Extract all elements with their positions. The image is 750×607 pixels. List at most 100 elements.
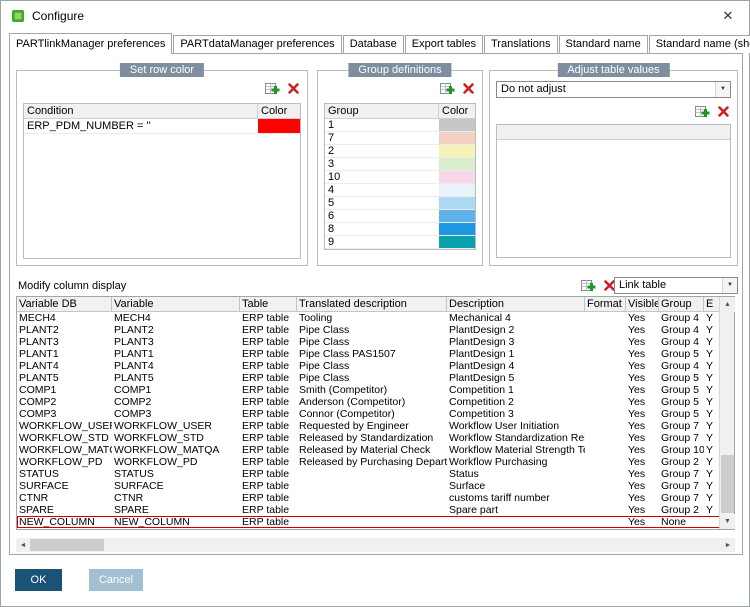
table-cell: Yes <box>628 312 646 324</box>
tab-partlinkmanager-preferences[interactable]: PARTlinkManager preferences <box>9 33 173 54</box>
tab-list: PARTlinkManager preferences PARTdataManag… <box>9 33 750 54</box>
table-row-ctnr[interactable]: CTNR CTNR ERP table customs tariff number Ye… <box>17 492 721 504</box>
column-header-condition: Condition <box>24 104 258 118</box>
group-definition-row[interactable]: 2 <box>325 145 475 158</box>
delete-icon[interactable] <box>460 81 476 96</box>
tab-standard-name[interactable]: Standard name <box>558 35 648 53</box>
table-row-workflow_matqa[interactable]: WORKFLOW_MATQAWORKFLOW_MATQA ERP table Rel… <box>17 444 721 456</box>
column-header-format[interactable]: Format <box>585 297 626 311</box>
group-number: 9 <box>328 236 335 248</box>
table-cell: ERP table <box>242 384 290 396</box>
table-row-new_column[interactable]: NEW_COLUMN NEW_COLUMN ERP table Yes None <box>17 516 721 528</box>
tab-bar: PARTlinkManager preferences PARTdataManag… <box>9 32 750 54</box>
table-cell: Group 5 <box>661 372 699 384</box>
tab-partdatamanager-preferences[interactable]: PARTdataManager preferences <box>173 35 342 53</box>
group-definition-row[interactable]: 4 <box>325 184 475 197</box>
table-row-plant5[interactable]: PLANT5 PLANT5 ERP table Pipe Class PlantDesi… <box>17 372 721 384</box>
group-color-swatch <box>439 132 475 144</box>
table-row-spare[interactable]: SPARE SPARE ERP table Spare part Yes Group 2Y <box>17 504 721 516</box>
adjust-mode-dropdown[interactable]: Do not adjust ▼ <box>496 81 731 98</box>
table-cell: Yes <box>628 456 646 468</box>
row-color-row[interactable]: ERP_PDM_NUMBER = '' <box>24 119 300 134</box>
add-icon[interactable] <box>694 104 710 119</box>
group-definition-row[interactable]: 10 <box>325 171 475 184</box>
scroll-right-icon[interactable]: ► <box>721 538 735 552</box>
tab-database[interactable]: Database <box>342 35 404 53</box>
group-color-swatch <box>439 197 475 209</box>
column-header-description[interactable]: Description <box>447 297 585 311</box>
add-icon[interactable] <box>439 81 455 96</box>
column-header-variable[interactable]: Variable <box>112 297 240 311</box>
scroll-up-icon[interactable]: ▲ <box>720 297 735 312</box>
group-definition-row[interactable]: 9 <box>325 236 475 249</box>
table-row-plant4[interactable]: PLANT4 PLANT4 ERP table Pipe Class PlantDesi… <box>17 360 721 372</box>
table-cell: ERP table <box>242 408 290 420</box>
table-cell: WORKFLOW_MATQA <box>19 444 112 456</box>
table-row-comp1[interactable]: COMP1 COMP1 ERP table Smith (Competitor) Com… <box>17 384 721 396</box>
row-color-swatch <box>258 119 300 133</box>
table-cell: NEW_COLUMN <box>19 516 95 528</box>
table-row-workflow_pd[interactable]: WORKFLOW_PD WORKFLOW_PD ERP table Released … <box>17 456 721 468</box>
group-definitions-groupbox: Group definitions Group Color 1 7 2 3 10 4 5 6 8… <box>317 63 483 266</box>
scroll-left-icon[interactable]: ◄ <box>16 538 30 552</box>
column-header-visible[interactable]: Visible <box>626 297 659 311</box>
column-header-translated-description[interactable]: Translated description <box>297 297 447 311</box>
column-header-table[interactable]: Table <box>240 297 297 311</box>
table-cell: Group 7 <box>661 420 699 432</box>
table-cell: NEW_COLUMN <box>114 516 190 528</box>
group-color-swatch <box>439 145 475 157</box>
tab-export-tables[interactable]: Export tables <box>404 35 483 53</box>
add-icon[interactable] <box>264 81 280 96</box>
group-definition-row[interactable]: 1 <box>325 119 475 132</box>
table-cell: Released by Purchasing Department <box>299 456 447 468</box>
table-cell: COMP3 <box>19 408 57 420</box>
close-icon[interactable]: ✕ <box>717 6 739 26</box>
group-color-swatch <box>439 119 475 131</box>
table-row-mech4[interactable]: MECH4 MECH4 ERP table Tooling Mechanical 4 Ye… <box>17 312 721 324</box>
tab-standard-name-short[interactable]: Standard name (short) <box>648 35 750 53</box>
table-row-status[interactable]: STATUS STATUS ERP table Status Yes Group 7Y <box>17 468 721 480</box>
scroll-down-icon[interactable]: ▼ <box>720 514 735 529</box>
table-cell: Yes <box>628 444 646 456</box>
group-definition-row[interactable]: 5 <box>325 197 475 210</box>
table-row-plant2[interactable]: PLANT2 PLANT2 ERP table Pipe Class PlantDesi… <box>17 324 721 336</box>
adjust-mode-value: Do not adjust <box>501 83 566 95</box>
row-color-condition: ERP_PDM_NUMBER = '' <box>27 120 151 132</box>
group-definition-row[interactable]: 8 <box>325 223 475 236</box>
column-header-color: Color <box>261 105 288 117</box>
group-definition-row[interactable]: 3 <box>325 158 475 171</box>
cancel-button[interactable]: Cancel <box>89 569 143 591</box>
vertical-scrollbar[interactable]: ▲ ▼ <box>719 297 735 529</box>
group-definition-row[interactable]: 7 <box>325 132 475 145</box>
column-header-group[interactable]: Group <box>659 297 704 311</box>
table-cell: Yes <box>628 360 646 372</box>
table-row-comp2[interactable]: COMP2 COMP2 ERP table Anderson (Competitor)… <box>17 396 721 408</box>
column-header-variable-db[interactable]: Variable DB <box>17 297 112 311</box>
group-definition-row[interactable]: 6 <box>325 210 475 223</box>
table-cell: Group 7 <box>661 468 699 480</box>
group-color-swatch <box>439 171 475 183</box>
table-cell: None <box>661 516 687 528</box>
table-row-workflow_std[interactable]: WORKFLOW_STD WORKFLOW_STD ERP table Release… <box>17 432 721 444</box>
set-row-color-groupbox: Set row color Condition Color ERP_PDM_NU… <box>16 63 308 266</box>
table-row-surface[interactable]: SURFACE SURFACE ERP table Surface Yes Group 7… <box>17 480 721 492</box>
table-row-plant3[interactable]: PLANT3 PLANT3 ERP table Pipe Class PlantDesi… <box>17 336 721 348</box>
delete-icon[interactable] <box>285 81 301 96</box>
table-cell: ERP table <box>242 516 290 528</box>
table-cell <box>585 372 626 384</box>
delete-icon[interactable] <box>715 104 731 119</box>
table-cell: ERP table <box>242 420 290 432</box>
table-row-plant1[interactable]: PLANT1 PLANT1 ERP table Pipe Class PAS1507 P… <box>17 348 721 360</box>
vertical-scrollbar-thumb[interactable] <box>721 455 734 513</box>
table-cell: Group 4 <box>661 336 699 348</box>
horizontal-scrollbar-thumb[interactable] <box>30 539 104 551</box>
table-row-comp3[interactable]: COMP3 COMP3 ERP table Connor (Competitor) Co… <box>17 408 721 420</box>
table-cell: ERP table <box>242 396 290 408</box>
column-header-color: Color <box>442 105 469 117</box>
ok-button[interactable]: OK <box>15 569 62 591</box>
add-icon[interactable] <box>580 278 596 293</box>
horizontal-scrollbar[interactable]: ◄ ► <box>16 538 735 552</box>
link-table-dropdown[interactable]: Link table ▼ <box>614 277 738 294</box>
tab-translations[interactable]: Translations <box>483 35 558 53</box>
table-row-workflow_user[interactable]: WORKFLOW_USER WORKFLOW_USER ERP table Reque… <box>17 420 721 432</box>
